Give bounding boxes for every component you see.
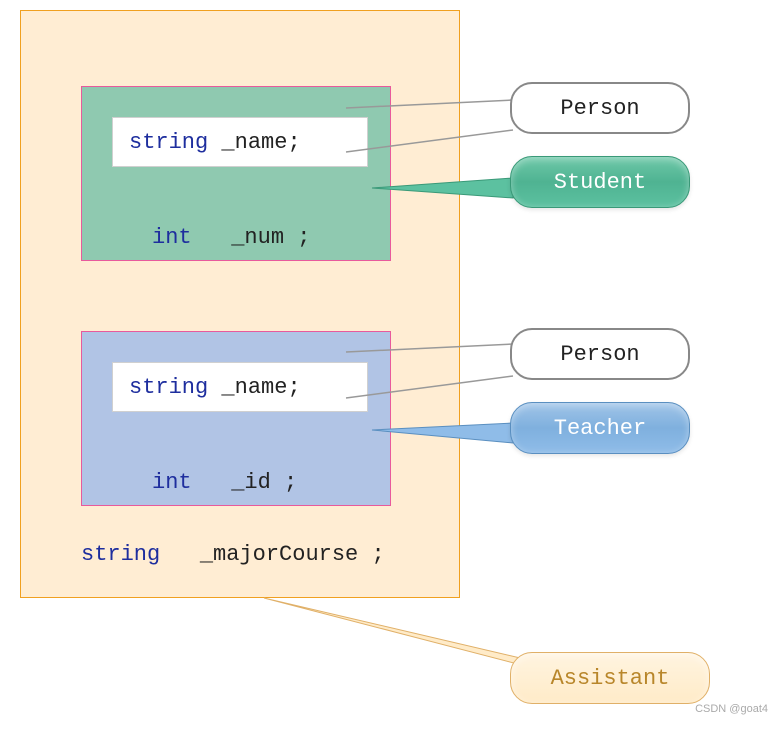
callout-text: Person <box>560 342 639 367</box>
type-keyword: int <box>152 470 192 495</box>
teacher-callout: Teacher <box>510 402 690 454</box>
student-callout: Student <box>510 156 690 208</box>
callout-text: Person <box>560 96 639 121</box>
callout-text: Student <box>554 170 646 195</box>
semicolon: ; <box>297 225 310 250</box>
watermark: CSDN @goat4 <box>695 703 768 715</box>
assistant-box: string _name ; int _num ; string _name ;… <box>20 10 460 598</box>
type-keyword: int <box>152 225 192 250</box>
field-name: _name <box>221 375 287 400</box>
callout-text: Assistant <box>551 666 670 691</box>
semicolon: ; <box>371 542 384 567</box>
field-name: _id <box>231 470 271 495</box>
assistant-callout: Assistant <box>510 652 710 704</box>
field-name: _name <box>221 130 287 155</box>
person-callout-2: Person <box>510 328 690 380</box>
semicolon: ; <box>287 375 300 400</box>
type-keyword: string <box>129 375 208 400</box>
person-callout-1: Person <box>510 82 690 134</box>
person-field-teacher: string _name ; <box>112 362 368 412</box>
major-course-field: string _majorCourse ; <box>81 542 385 567</box>
field-name: _majorCourse <box>200 542 358 567</box>
type-keyword: string <box>129 130 208 155</box>
student-box: string _name ; int _num ; <box>81 86 391 261</box>
field-name: _num <box>231 225 284 250</box>
person-field-student: string _name ; <box>112 117 368 167</box>
callout-text: Teacher <box>554 416 646 441</box>
semicolon: ; <box>287 130 300 155</box>
teacher-id-field: int _id ; <box>152 470 297 495</box>
student-num-field: int _num ; <box>152 225 310 250</box>
type-keyword: string <box>81 542 160 567</box>
teacher-box: string _name ; int _id ; <box>81 331 391 506</box>
semicolon: ; <box>284 470 297 495</box>
